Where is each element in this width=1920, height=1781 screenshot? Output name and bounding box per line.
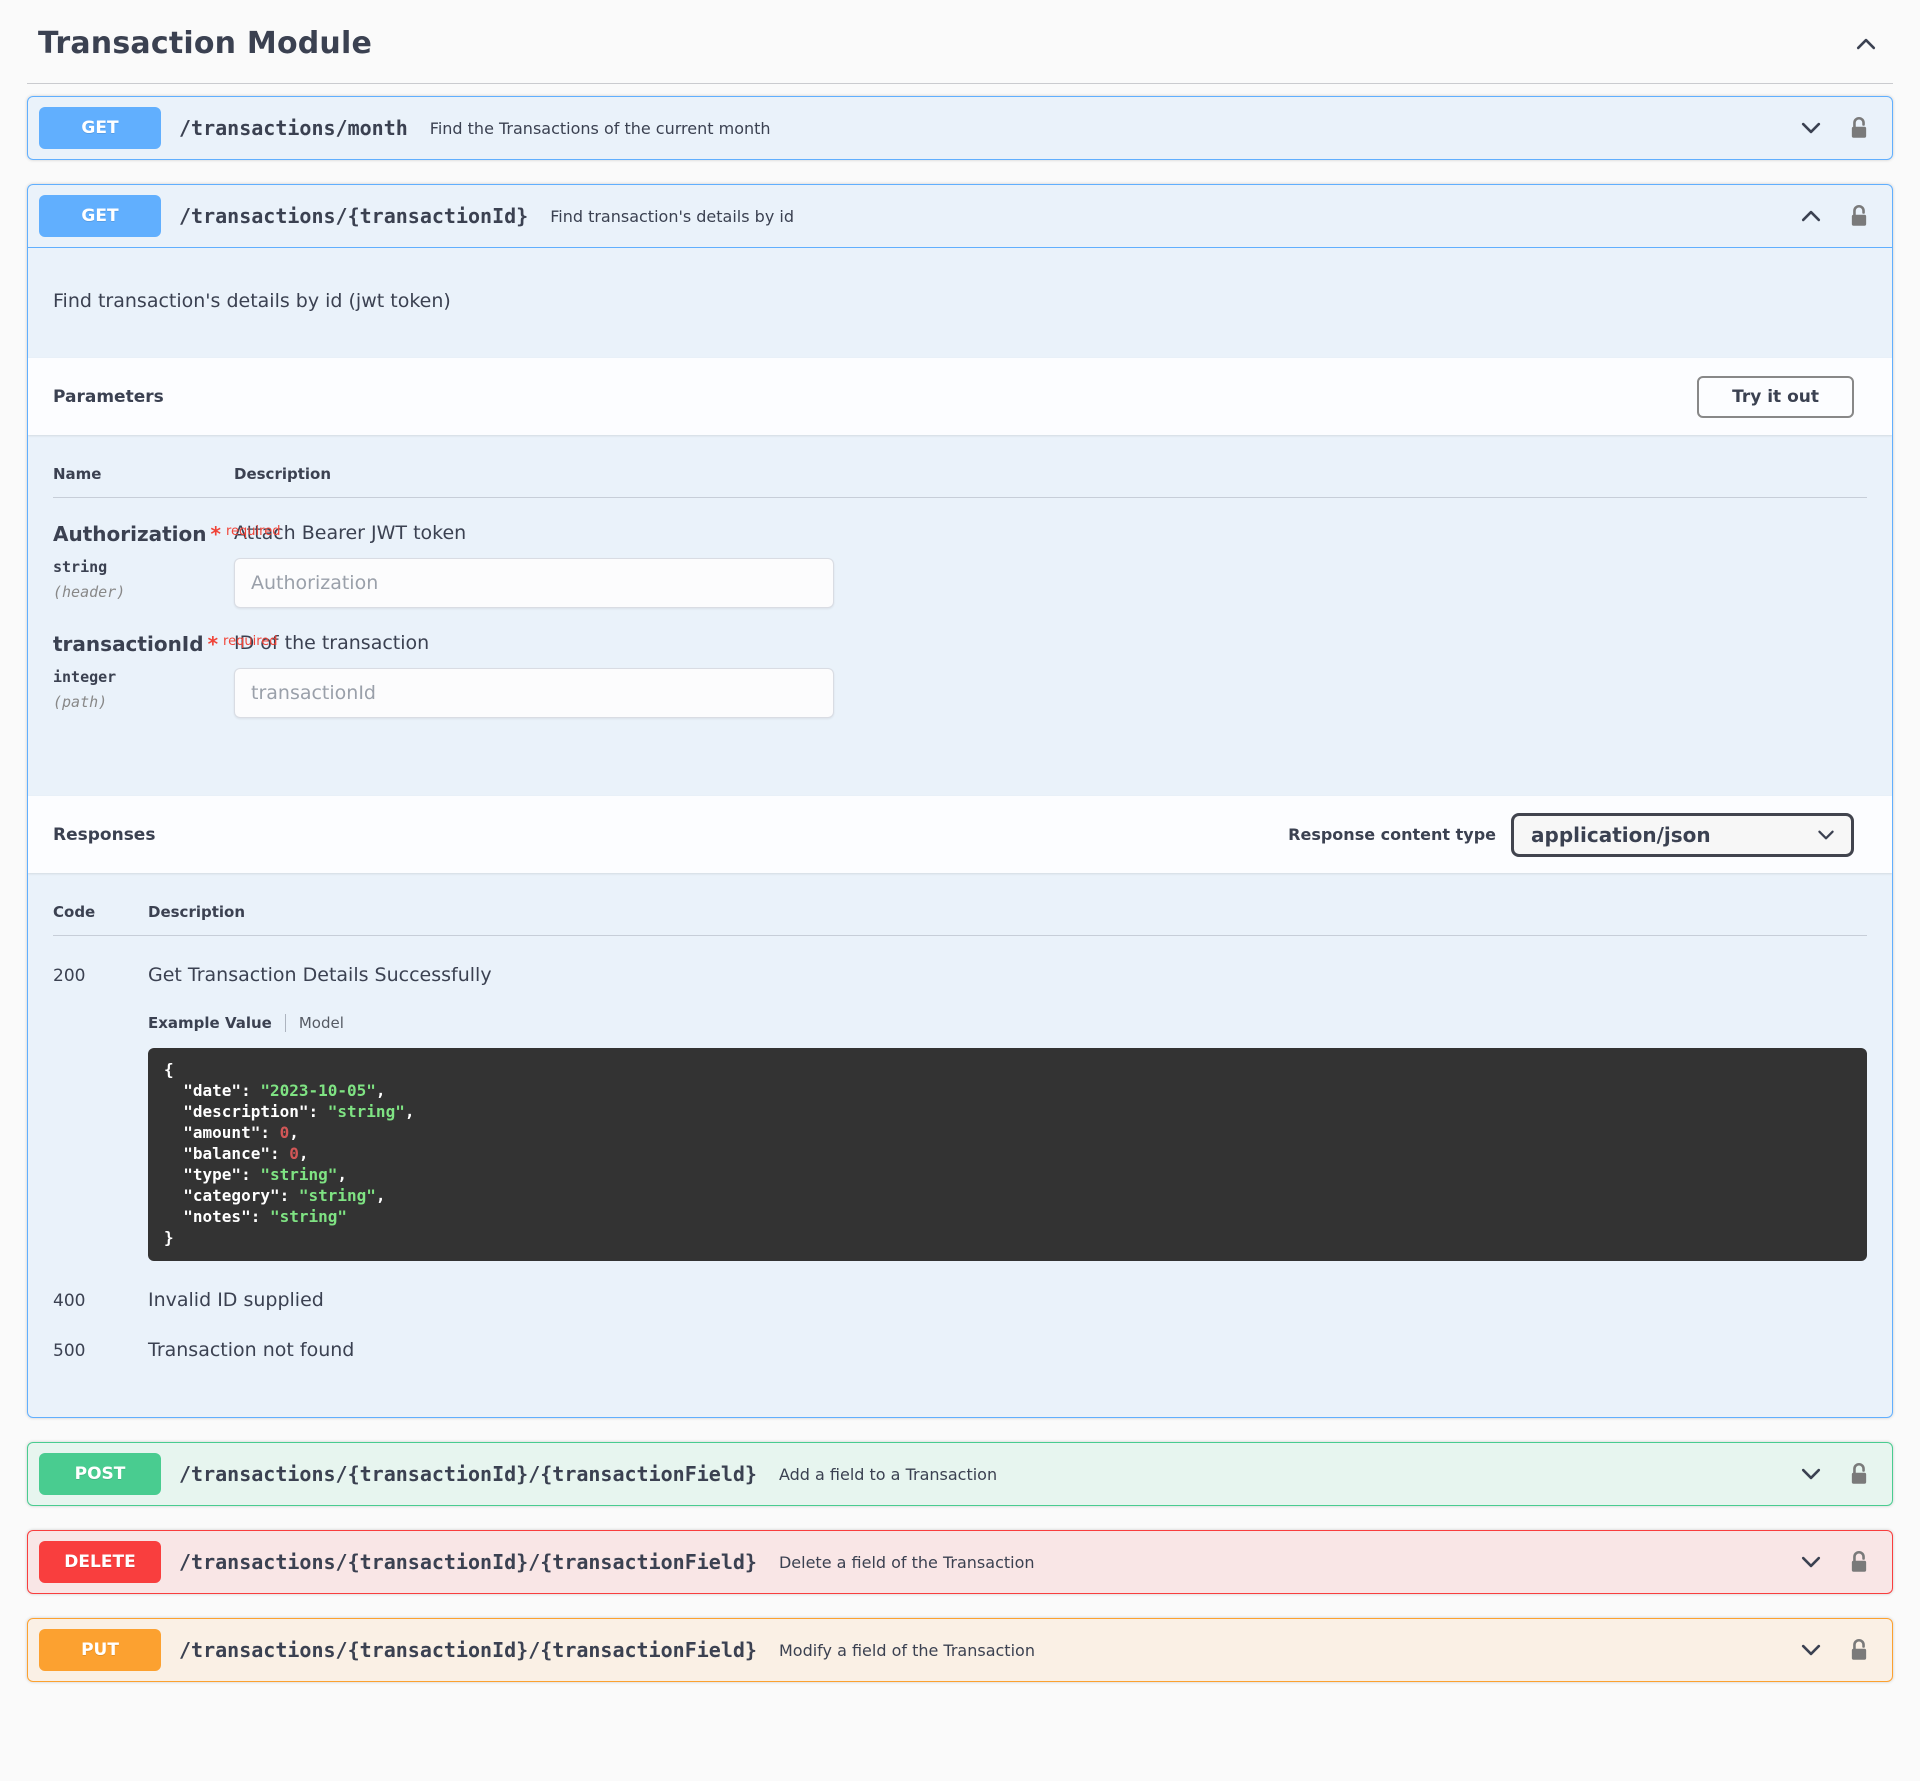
authorization-input[interactable] <box>234 558 834 608</box>
method-badge-get: GET <box>39 107 161 149</box>
parameter-description: ID of the transaction <box>234 632 430 654</box>
parameter-row-authorization: Authorization * required string (header) A… <box>53 498 1867 608</box>
response-row-400: 400 Invalid ID supplied <box>53 1261 1867 1311</box>
responses-table-head: Code Description <box>53 903 1867 936</box>
parameters-section-header: Parameters Try it out <box>28 358 1892 435</box>
parameter-location: (header) <box>53 583 126 601</box>
response-description: Invalid ID supplied <box>148 1289 324 1311</box>
response-content-type: Response content type application/json <box>1288 812 1854 857</box>
chevron-down-icon[interactable] <box>1798 1549 1824 1575</box>
endpoint-summary: Modify a field of the Transaction <box>778 1640 1035 1660</box>
opblock-get-transactions-month: GET /transactions/month Find the Transac… <box>27 96 1893 160</box>
required-star: * <box>210 522 221 546</box>
endpoint-summary: Add a field to a Transaction <box>778 1464 998 1484</box>
parameter-description: Attach Bearer JWT token <box>234 522 467 544</box>
parameter-type: string <box>53 558 108 576</box>
required-label: required <box>225 524 281 539</box>
endpoint-path[interactable]: /transactions/{transactionId}/{transacti… <box>179 1462 757 1486</box>
unlock-icon[interactable] <box>1846 1549 1872 1575</box>
col-header-description: Description <box>148 903 246 921</box>
chevron-down-icon[interactable] <box>1798 115 1824 141</box>
response-description: Get Transaction Details Successfully <box>148 964 492 986</box>
response-code: 200 <box>53 966 86 986</box>
example-json-code: { "date": "2023-10-05", "description": "… <box>148 1048 1867 1261</box>
tab-divider <box>284 1014 286 1032</box>
api-module-section: Transaction Module GET /transactions/mon… <box>0 0 1920 1682</box>
method-badge-get: GET <box>39 195 161 237</box>
opblock-delete-transaction-field: DELETE /transactions/{transactionId}/{tr… <box>27 1530 1893 1594</box>
chevron-down-icon <box>1815 824 1837 846</box>
parameter-row-transaction-id: transactionId * required integer (path) ID… <box>53 608 1867 718</box>
chevron-up-icon[interactable] <box>1798 203 1824 229</box>
response-description: Transaction not found <box>148 1339 355 1361</box>
tab-example-value[interactable]: Example Value <box>148 1014 272 1032</box>
parameters-table-head: Name Description <box>53 465 1867 498</box>
response-content-type-label: Response content type <box>1288 825 1496 844</box>
response-code: 400 <box>53 1291 86 1311</box>
endpoint-path[interactable]: /transactions/{transactionId} <box>179 204 528 228</box>
chevron-up-icon[interactable] <box>1853 31 1879 57</box>
required-star: * <box>207 632 219 656</box>
operation-description: Find transaction's details by id (jwt to… <box>53 290 451 312</box>
method-badge-post: POST <box>39 1453 161 1495</box>
col-header-code: Code <box>53 903 96 921</box>
col-header-description: Description <box>234 465 332 483</box>
parameter-name: transactionId * required <box>53 632 278 656</box>
opblock-summary[interactable]: PUT /transactions/{transactionId}/{trans… <box>28 1619 1892 1681</box>
col-header-name: Name <box>53 465 102 483</box>
opblock-body: Find transaction's details by id (jwt to… <box>28 248 1892 1417</box>
endpoint-path[interactable]: /transactions/{transactionId}/{transacti… <box>179 1638 757 1662</box>
response-row-500: 500 Transaction not found <box>53 1311 1867 1361</box>
unlock-icon[interactable] <box>1846 1637 1872 1663</box>
responses-section-header: Responses Response content type applicat… <box>28 796 1892 873</box>
chevron-down-icon[interactable] <box>1798 1461 1824 1487</box>
unlock-icon[interactable] <box>1846 1461 1872 1487</box>
parameter-type: integer <box>53 668 117 686</box>
endpoint-path[interactable]: /transactions/month <box>179 116 408 140</box>
opblock-post-transaction-field: POST /transactions/{transactionId}/{tran… <box>27 1442 1893 1506</box>
divider <box>27 83 1893 84</box>
module-title: Transaction Module <box>38 26 373 61</box>
parameter-name: Authorization * required <box>53 522 281 546</box>
transaction-id-input[interactable] <box>234 668 834 718</box>
parameters-title: Parameters <box>53 386 164 407</box>
tab-model[interactable]: Model <box>299 1014 344 1032</box>
endpoint-path[interactable]: /transactions/{transactionId}/{transacti… <box>179 1550 757 1574</box>
responses-title: Responses <box>53 824 156 845</box>
method-badge-delete: DELETE <box>39 1541 161 1583</box>
response-content-type-select[interactable]: application/json <box>1511 812 1854 857</box>
parameters-table: Name Description Authorization * required … <box>28 435 1892 796</box>
method-badge-put: PUT <box>39 1629 161 1671</box>
parameter-location: (path) <box>53 693 108 711</box>
responses-table: Code Description 200 Get Transaction Det… <box>28 873 1892 1417</box>
opblock-get-transaction-by-id: GET /transactions/{transactionId} Find t… <box>27 184 1893 1418</box>
response-code: 500 <box>53 1341 86 1361</box>
opblock-put-transaction-field: PUT /transactions/{transactionId}/{trans… <box>27 1618 1893 1682</box>
try-it-out-button[interactable]: Try it out <box>1697 375 1854 418</box>
opblock-summary[interactable]: DELETE /transactions/{transactionId}/{tr… <box>28 1531 1892 1593</box>
example-tabs: Example Value Model <box>148 1014 1867 1032</box>
endpoint-summary: Find transaction's details by id <box>550 206 794 226</box>
unlock-icon[interactable] <box>1846 203 1872 229</box>
opblock-summary[interactable]: GET /transactions/month Find the Transac… <box>28 97 1892 159</box>
module-header[interactable]: Transaction Module <box>27 0 1893 83</box>
chevron-down-icon[interactable] <box>1798 1637 1824 1663</box>
endpoint-summary: Delete a field of the Transaction <box>778 1552 1035 1572</box>
required-label: required <box>223 634 278 649</box>
unlock-icon[interactable] <box>1846 115 1872 141</box>
response-content-type-value: application/json <box>1531 822 1711 847</box>
response-row-200: 200 Get Transaction Details Successfully… <box>53 936 1867 1261</box>
opblock-summary[interactable]: POST /transactions/{transactionId}/{tran… <box>28 1443 1892 1505</box>
opblock-summary[interactable]: GET /transactions/{transactionId} Find t… <box>28 185 1892 248</box>
endpoint-summary: Find the Transactions of the current mon… <box>429 118 771 138</box>
